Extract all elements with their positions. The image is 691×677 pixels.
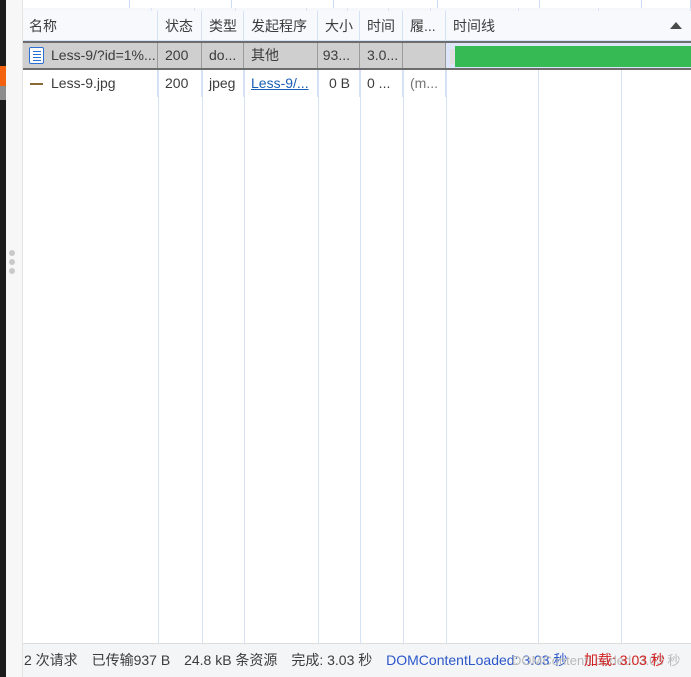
summary-transferred: 已传输937 B <box>91 652 171 668</box>
column-header-initiator[interactable]: 发起程序 <box>244 11 318 41</box>
waterfall-bar[interactable] <box>455 46 691 67</box>
cell-type: do... <box>202 43 244 68</box>
gridline <box>158 11 159 644</box>
column-header-type[interactable]: 类型 <box>202 11 244 41</box>
clipped-cell <box>389 8 432 11</box>
cell-waterfall_h: (m... <box>403 70 446 97</box>
column-header-label: 履... <box>410 17 436 34</box>
cell-size: 93... <box>318 43 360 68</box>
browser-edge-accent <box>0 66 6 86</box>
clipped-cell <box>307 8 348 11</box>
clipped-toolbar-row <box>22 0 691 11</box>
resize-dot <box>9 268 15 274</box>
summary-load: 加载: 3.03 秒 <box>584 652 665 668</box>
browser-edge-scroll-thumb[interactable] <box>0 86 6 100</box>
clipped-cell <box>599 8 691 11</box>
gridline <box>244 11 245 644</box>
cell-text: jpeg <box>209 75 236 91</box>
clipped-cell <box>236 8 307 11</box>
clipped-cell <box>431 8 520 11</box>
column-header-label: 发起程序 <box>251 17 307 34</box>
cell-text: 200 <box>165 47 189 63</box>
gridline <box>318 11 319 644</box>
devtools-network-panel: 名称 状态 类型 发起程序 大小 时间 履... 时间线 Less-9/?id=1%... 20… <box>0 0 691 677</box>
summary-requests: 2 次请求 <box>24 652 78 668</box>
column-header-label: 时间 <box>367 17 395 34</box>
cell-text: 0 ... <box>367 75 391 91</box>
column-header-status[interactable]: 状态 <box>158 11 202 41</box>
clipped-cell <box>195 8 236 11</box>
column-gridlines <box>22 11 691 644</box>
cell-size: 0 B <box>318 70 360 97</box>
column-header-waterfall_h[interactable]: 履... <box>403 11 446 41</box>
waterfall-track <box>446 43 691 68</box>
summary-resources: 24.8 kB 条资源 <box>184 652 278 668</box>
panel-gutter <box>6 0 23 677</box>
cell-status: 200 <box>158 43 202 68</box>
cell-name: Less-9/?id=1%... <box>22 43 158 68</box>
clipped-cell <box>22 8 152 11</box>
document-icon <box>29 47 44 64</box>
sort-caret-up-icon[interactable] <box>670 21 682 29</box>
initiator-link[interactable]: Less-9/... <box>251 71 309 96</box>
cell-text: 0 B <box>328 75 350 91</box>
column-header-name[interactable]: 名称 <box>22 11 158 41</box>
gridline <box>538 11 539 644</box>
cell-timeline <box>446 43 691 68</box>
cell-text: do... <box>209 47 237 63</box>
table-body: Less-9/?id=1%... 200 do... 其他 93... 3.0... Les… <box>22 41 691 97</box>
clipped-cell <box>519 8 599 11</box>
column-header-label: 类型 <box>209 17 237 34</box>
column-header-size[interactable]: 大小 <box>318 11 360 41</box>
table-row[interactable]: Less-9/?id=1%... 200 do... 其他 93... 3.0... <box>22 41 691 70</box>
cell-text: (m... <box>410 75 438 91</box>
summary-bar: 2 次请求 已传输937 B 24.8 kB 条资源 完成: 3.03 秒 DO… <box>6 643 691 677</box>
cell-waterfall_h <box>403 43 446 68</box>
column-header-time[interactable]: 时间 <box>360 11 403 41</box>
clipped-cell <box>348 8 390 11</box>
column-header-label: 名称 <box>29 17 57 34</box>
cell-time: 0 ... <box>360 70 403 97</box>
request-name: Less-9.jpg <box>51 75 116 91</box>
clipped-cell <box>152 8 195 11</box>
cell-text: 93... <box>322 47 350 63</box>
column-header-timeline[interactable]: 时间线 <box>446 11 691 41</box>
summary-finish: 完成: 3.03 秒 <box>291 652 373 668</box>
gridline <box>621 11 622 644</box>
resize-dot <box>9 259 15 265</box>
cell-initiator: Less-9/... <box>244 70 318 97</box>
request-table: 名称 状态 类型 发起程序 大小 时间 履... 时间线 Less-9/?id=1%... 20… <box>22 11 691 644</box>
initiator-text: 其他 <box>251 47 279 63</box>
browser-edge-strip <box>0 0 6 677</box>
cell-text: 200 <box>165 75 189 91</box>
gridline <box>446 11 447 644</box>
cell-name: Less-9.jpg <box>22 70 158 97</box>
cell-time: 3.0... <box>360 43 403 68</box>
gridline <box>202 11 203 644</box>
table-header-row: 名称 状态 类型 发起程序 大小 时间 履... 时间线 <box>22 11 691 41</box>
column-header-label: 时间线 <box>453 17 495 34</box>
request-name: Less-9/?id=1%... <box>51 47 156 63</box>
gridline <box>403 11 404 644</box>
resize-dot <box>9 250 15 256</box>
cell-text: 3.0... <box>367 47 399 63</box>
panel-resize-handle[interactable] <box>9 250 16 274</box>
cell-timeline <box>446 70 691 97</box>
column-header-label: 大小 <box>325 17 353 34</box>
dash-icon <box>29 75 44 92</box>
gridline <box>360 11 361 644</box>
column-header-label: 状态 <box>165 17 193 34</box>
cell-type: jpeg <box>202 70 244 97</box>
cell-status: 200 <box>158 70 202 97</box>
table-row[interactable]: Less-9.jpg 200 jpeg Less-9/... 0 B 0 ... (m... <box>22 70 691 97</box>
cell-initiator: 其他 <box>244 43 318 68</box>
